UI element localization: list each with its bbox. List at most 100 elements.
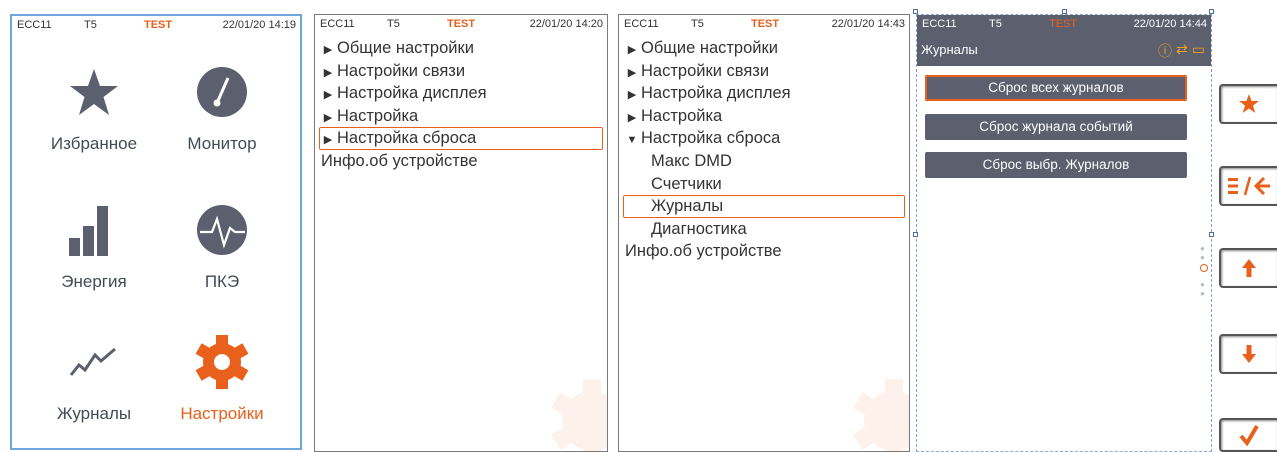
header-icons: ⓘ ⇄ ▭ — [1158, 41, 1205, 61]
menu-item-label: Общие настройки — [337, 39, 474, 57]
arrow-up-icon — [1242, 259, 1256, 277]
submenu-item-diagnostics[interactable]: Диагностика — [623, 218, 905, 241]
gauge-icon — [162, 56, 282, 128]
menu-item-display[interactable]: ▶ Настройка дисплея — [319, 82, 603, 105]
menu-item-label: Общие настройки — [641, 39, 778, 57]
expand-arrow-icon: ▶ — [323, 44, 333, 56]
stage: ECC11 T5 TEST 22/01/20 14:19 Избранное М… — [0, 0, 1277, 452]
submenu-item-logs[interactable]: Журналы — [623, 195, 905, 218]
reset-selected-logs-button[interactable]: Сброс выбр. Журналов — [925, 152, 1187, 178]
status-bar: ECC11 T5 TEST 22/01/20 14:44 — [917, 15, 1211, 33]
settings-menu: ▶ Общие настройки ▶ Настройки связи ▶ Настр… — [319, 37, 603, 173]
menu-item-label: Инфо.об устройстве — [321, 151, 478, 170]
tariff-indicator: T5 — [84, 19, 97, 31]
menu-item-label: Макс DMD — [651, 151, 732, 170]
info-icon: ⓘ — [1158, 43, 1173, 59]
resize-handle[interactable] — [1062, 9, 1067, 14]
datetime: 22/01/20 14:43 — [831, 18, 905, 30]
menu-item-reset-setup[interactable]: ▼ Настройка сброса — [623, 127, 905, 150]
menu-item-general[interactable]: ▶ Общие настройки — [623, 37, 905, 60]
tile-power-quality[interactable]: ПКЭ — [162, 194, 282, 292]
tile-logs[interactable]: Журналы — [34, 326, 154, 424]
menu-item-device-info[interactable]: Инфо.об устройстве — [623, 240, 905, 263]
resize-handle[interactable] — [913, 9, 918, 14]
menu-item-label: Диагностика — [651, 219, 747, 238]
bar-chart-icon — [34, 194, 154, 266]
menu-item-label: Инфо.об устройстве — [625, 242, 782, 261]
resize-handle[interactable] — [1209, 9, 1214, 14]
menu-item-communication[interactable]: ▶ Настройки связи — [319, 60, 603, 83]
menu-item-label: Настройка — [337, 106, 419, 125]
resize-handle[interactable] — [1209, 232, 1214, 237]
tile-settings[interactable]: Настройки — [162, 326, 282, 424]
expand-arrow-icon: ▶ — [627, 66, 637, 79]
status-bar: ECC11 T5 TEST 22/01/20 14:43 — [619, 15, 909, 33]
tile-label: Избранное — [50, 134, 138, 153]
down-arrow-key[interactable] — [1219, 334, 1277, 374]
menu-item-display[interactable]: ▶ Настройка дисплея — [623, 82, 905, 105]
status-bar: ECC11 T5 TEST 22/01/20 14:20 — [315, 15, 607, 33]
menu-item-label: Настройка сброса — [641, 129, 781, 148]
menu-item-label: Настройки связи — [337, 61, 466, 80]
arrow-down-icon — [1242, 345, 1256, 363]
resize-handle[interactable] — [913, 232, 918, 237]
tile-favorites[interactable]: Избранное — [34, 56, 154, 154]
device-id: ECC11 — [922, 18, 957, 30]
communication-icon: ⇄ — [1176, 41, 1188, 57]
device-id: ECC11 — [320, 18, 355, 30]
device-id: ECC11 — [17, 19, 52, 31]
tile-label: ПКЭ — [204, 272, 240, 291]
battery-icon: ▭ — [1191, 41, 1205, 57]
menu-item-device-info[interactable]: Инфо.об устройстве — [319, 150, 603, 173]
reset-all-logs-button[interactable]: Сброс всех журналов — [925, 75, 1187, 101]
expand-arrow-icon: ▶ — [323, 111, 333, 124]
test-mode-badge: TEST — [1049, 18, 1078, 30]
expand-arrow-icon: ▶ — [627, 111, 637, 124]
collapse-arrow-icon: ▼ — [626, 134, 638, 147]
background-gear-icon — [853, 379, 909, 451]
settings-screen: ECC11 T5 TEST 22/01/20 14:20 ▶ Общие наст… — [314, 14, 608, 452]
submenu-item-counters[interactable]: Счетчики — [623, 173, 905, 196]
expand-arrow-icon: ▶ — [323, 89, 333, 102]
tile-label: Монитор — [187, 134, 257, 153]
test-mode-badge: TEST — [447, 18, 476, 30]
main-menu-screen: ECC11 T5 TEST 22/01/20 14:19 Избранное М… — [10, 14, 302, 450]
star-icon — [1239, 94, 1259, 113]
test-mode-badge: TEST — [751, 18, 780, 30]
expand-arrow-icon: ▶ — [627, 89, 637, 102]
datetime: 22/01/20 14:44 — [1133, 18, 1207, 30]
menu-item-reset-setup[interactable]: ▶ Настройка сброса — [319, 127, 603, 150]
drag-dots: ● ● ● ● — [1200, 244, 1205, 298]
menu-item-label: Настройка сброса — [337, 129, 477, 148]
screen-header: ECC11 T5 TEST 22/01/20 14:44 Журналы ⓘ ⇄… — [917, 15, 1211, 66]
menu-back-key[interactable] — [1219, 166, 1277, 206]
expand-arrow-icon: ▶ — [323, 66, 333, 79]
menu-item-communication[interactable]: ▶ Настройки связи — [623, 60, 905, 83]
menu-item-setup[interactable]: ▶ Настройка — [623, 105, 905, 128]
favorite-star-key[interactable] — [1219, 84, 1277, 124]
datetime: 22/01/20 14:20 — [529, 18, 603, 30]
status-bar: ECC11 T5 TEST 22/01/20 14:19 — [12, 16, 300, 34]
expand-arrow-icon: ▶ — [323, 134, 333, 147]
menu-back-icon — [1228, 176, 1270, 196]
confirm-check-key[interactable] — [1219, 418, 1277, 452]
tile-monitor[interactable]: Монитор — [162, 56, 282, 154]
reset-event-log-button[interactable]: Сброс журнала событий — [925, 114, 1187, 140]
menu-item-label: Настройка — [641, 106, 723, 125]
up-arrow-key[interactable] — [1219, 248, 1277, 288]
reset-setup-screen: ECC11 T5 TEST 22/01/20 14:43 ▶ Общие наст… — [618, 14, 910, 452]
submenu-item-max-dmd[interactable]: Макс DMD — [623, 150, 905, 173]
datetime: 22/01/20 14:19 — [222, 19, 296, 31]
device-id: ECC11 — [624, 18, 659, 30]
logs-reset-screen: ECC11 T5 TEST 22/01/20 14:44 Журналы ⓘ ⇄… — [916, 14, 1212, 452]
menu-item-label: Настройка дисплея — [641, 84, 791, 103]
tile-energy[interactable]: Энергия — [34, 194, 154, 292]
tariff-indicator: T5 — [989, 18, 1002, 30]
tariff-indicator: T5 — [691, 18, 704, 30]
tile-label: Настройки — [180, 404, 264, 423]
page-title: Журналы — [921, 42, 978, 57]
menu-item-label: Журналы — [651, 197, 724, 216]
menu-item-general[interactable]: ▶ Общие настройки — [319, 37, 603, 60]
tile-label: Энергия — [61, 272, 127, 291]
menu-item-setup[interactable]: ▶ Настройка — [319, 105, 603, 128]
